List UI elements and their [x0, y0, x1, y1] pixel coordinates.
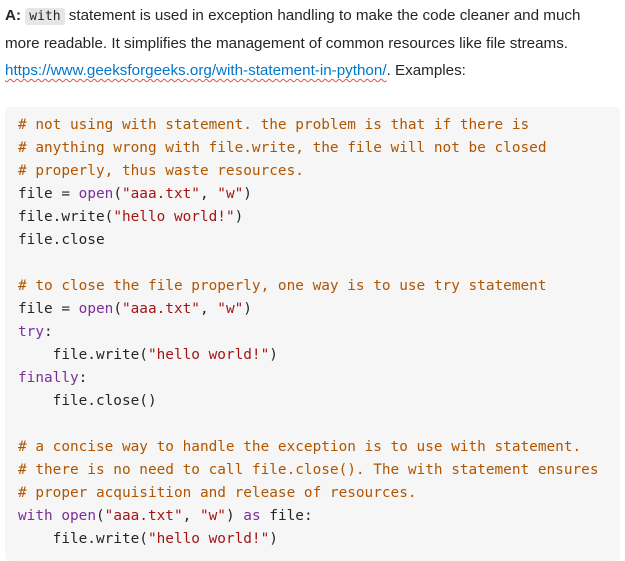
code-line: file.close() [18, 390, 607, 413]
code-token: : [78, 370, 88, 387]
code-line: # proper acquisition and release of reso… [18, 482, 607, 505]
code-line: file = open("aaa.txt", "w") [18, 183, 607, 206]
code-token: file = [18, 186, 79, 203]
code-token: , [182, 508, 200, 525]
code-token: file.write( [18, 347, 148, 364]
code-token: file.write( [18, 531, 148, 548]
answer-label: A: [5, 7, 22, 24]
code-line: file.write("hello world!") [18, 528, 607, 551]
code-token: finally [18, 370, 79, 387]
code-token: "w" [217, 301, 244, 318]
code-line: # anything wrong with file.write, the fi… [18, 137, 607, 160]
code-token: ) [269, 347, 278, 364]
code-token: "w" [217, 186, 244, 203]
code-token: file = [18, 301, 79, 318]
code-token: "aaa.txt" [121, 301, 200, 318]
code-token: open [78, 301, 114, 318]
code-token: ) [234, 209, 244, 226]
code-line: try: [18, 321, 607, 344]
code-line: # properly, thus waste resources. [18, 160, 607, 183]
code-token: file.close() [18, 393, 157, 410]
code-token: ( [113, 186, 122, 203]
answer-paragraph: A: with statement is used in exception h… [5, 2, 617, 84]
code-token: open [61, 508, 96, 525]
code-token: ) [225, 508, 244, 525]
code-token: try [18, 324, 44, 341]
code-token: # anything wrong with file.write, the fi… [18, 140, 547, 157]
code-line: file.write("hello world!") [18, 344, 607, 367]
code-token: "hello world!" [147, 531, 270, 548]
code-token: file: [260, 508, 313, 525]
code-token: "hello world!" [147, 347, 270, 364]
code-line: with open("aaa.txt", "w") as file: [18, 505, 607, 528]
code-token: # properly, thus waste resources. [18, 163, 304, 180]
code-token: ) [243, 186, 252, 203]
code-token: # not using with statement. the problem … [18, 117, 530, 134]
code-token: : [44, 324, 53, 341]
code-line: file.close [18, 229, 607, 252]
code-token: , [199, 301, 218, 318]
code-token: "aaa.txt" [104, 508, 183, 525]
code-line: # not using with statement. the problem … [18, 114, 607, 137]
code-token: "aaa.txt" [121, 186, 200, 203]
code-token: with [18, 508, 53, 525]
code-token: ( [95, 508, 105, 525]
geeksforgeeks-link[interactable]: https://www.geeksforgeeks.org/with-state… [5, 62, 387, 79]
answer-text-before-link: statement is used in exception handling … [5, 7, 581, 52]
code-line: # there is no need to call file.close().… [18, 459, 607, 482]
code-token: "w" [199, 508, 226, 525]
code-token: as [243, 508, 261, 525]
code-token: open [78, 186, 114, 203]
inline-code-with: with [25, 8, 65, 25]
code-line: # to close the file properly, one way is… [18, 275, 607, 298]
code-token: # proper acquisition and release of reso… [18, 485, 417, 502]
code-token: # a concise way to handle the exception … [18, 439, 582, 456]
code-token: # there is no need to call file.close().… [18, 462, 599, 479]
code-line: file = open("aaa.txt", "w") [18, 298, 607, 321]
code-token: , [199, 186, 218, 203]
code-token: ( [113, 301, 122, 318]
code-block[interactable]: # not using with statement. the problem … [5, 107, 620, 561]
code-token: "hello world!" [113, 209, 235, 226]
code-token: ) [269, 531, 278, 548]
code-line: # a concise way to handle the exception … [18, 436, 607, 459]
code-token: ) [243, 301, 252, 318]
code-token: file.close [18, 232, 105, 249]
answer-text: A: with statement is used in exception h… [5, 2, 617, 84]
answer-text-after-link: . Examples: [386, 62, 466, 79]
code-token: # to close the file properly, one way is… [18, 278, 547, 295]
code-token: file.write( [18, 209, 114, 226]
code-line: file.write("hello world!") [18, 206, 607, 229]
code-line: finally: [18, 367, 607, 390]
